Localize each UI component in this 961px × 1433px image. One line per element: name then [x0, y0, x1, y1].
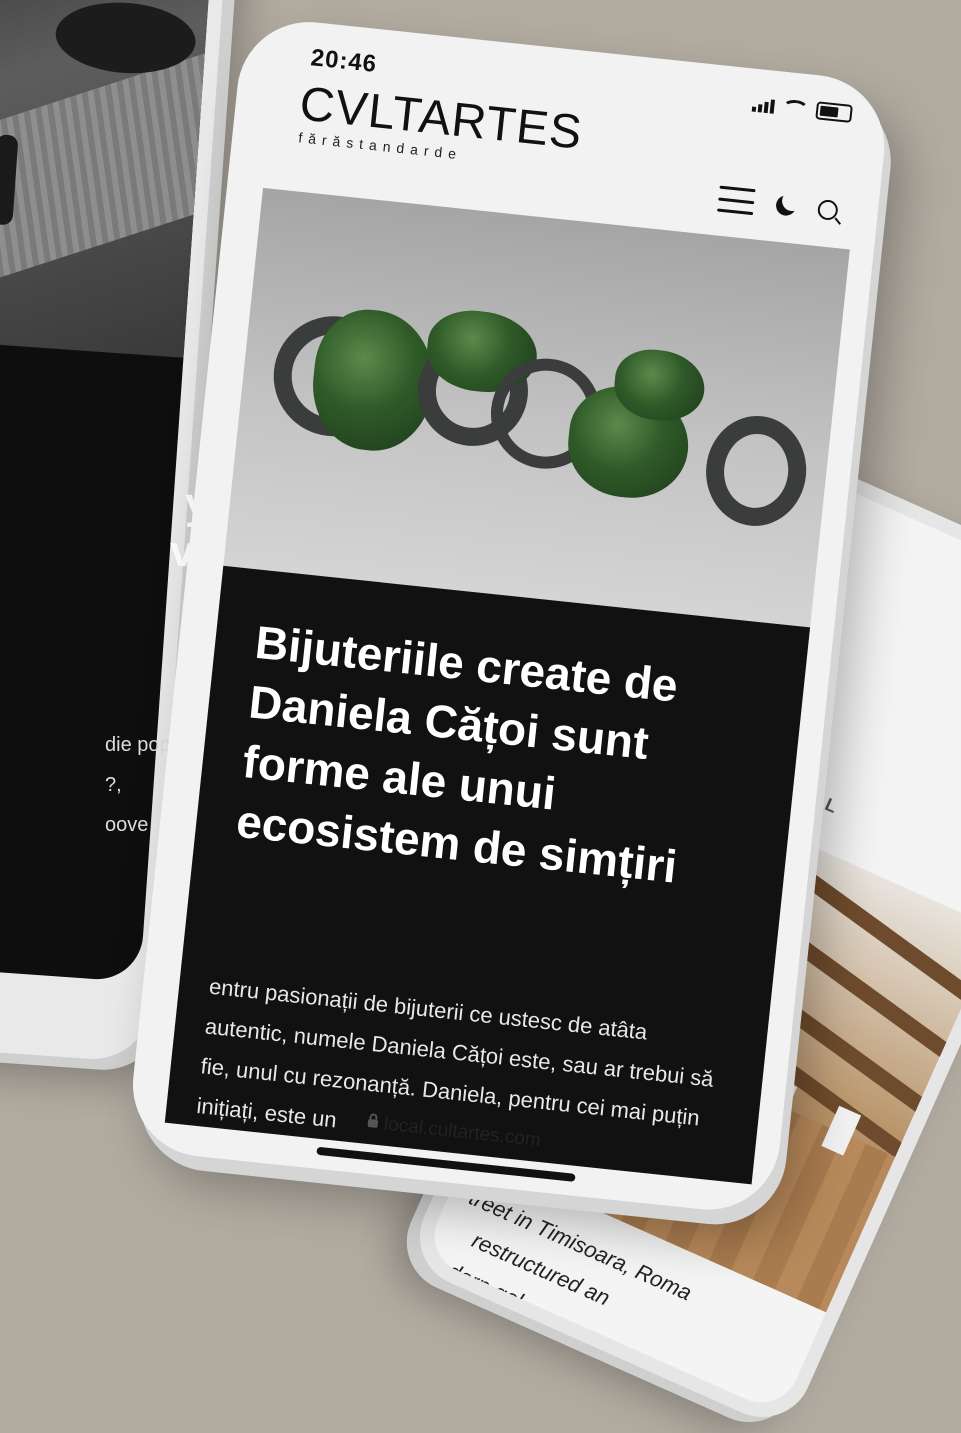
wifi-icon	[781, 98, 810, 118]
article-title[interactable]: Bijuteriile create de Daniela Cățoi sunt…	[234, 612, 756, 903]
hero-ring	[700, 411, 812, 531]
signal-icon	[751, 96, 776, 114]
lock-icon	[367, 1118, 379, 1128]
article-hero-image[interactable]	[223, 187, 850, 628]
left-article-photo	[0, 0, 215, 358]
search-icon[interactable]	[816, 198, 839, 221]
article-card: Bijuteriile create de Daniela Cățoi sunt…	[164, 565, 811, 1185]
status-time: 20:46	[309, 44, 379, 78]
header-actions	[717, 185, 839, 224]
center-phone: 20:46 CVLTARTES fărăstandarde Bijuteriil…	[125, 15, 892, 1217]
status-icons	[751, 95, 853, 123]
battery-icon	[815, 101, 853, 123]
left-title-line: y	[0, 480, 220, 528]
moon-icon[interactable]	[774, 193, 798, 217]
menu-icon[interactable]	[717, 185, 756, 216]
